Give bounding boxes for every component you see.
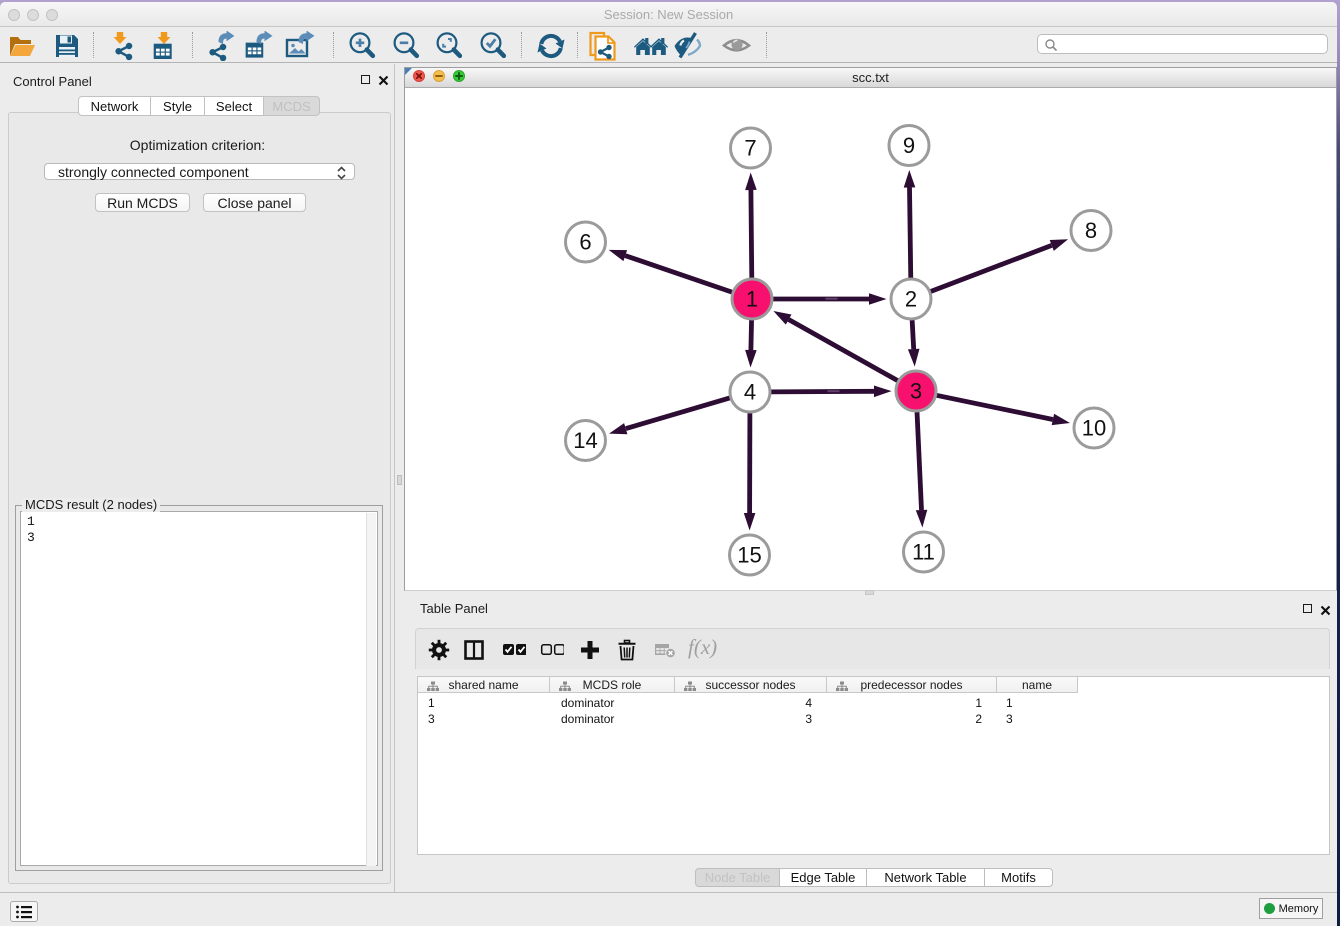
svg-text:6: 6 [579, 230, 591, 255]
svg-text:1: 1 [746, 287, 758, 312]
svg-text:9: 9 [903, 133, 915, 158]
svg-text:11: 11 [912, 540, 935, 565]
svg-text:4: 4 [744, 380, 756, 405]
svg-text:10: 10 [1082, 416, 1106, 441]
svg-text:7: 7 [744, 136, 756, 161]
svg-text:15: 15 [737, 543, 761, 568]
svg-text:3: 3 [910, 379, 922, 404]
svg-text:8: 8 [1085, 218, 1097, 243]
svg-text:14: 14 [573, 428, 597, 453]
svg-text:2: 2 [905, 287, 917, 312]
